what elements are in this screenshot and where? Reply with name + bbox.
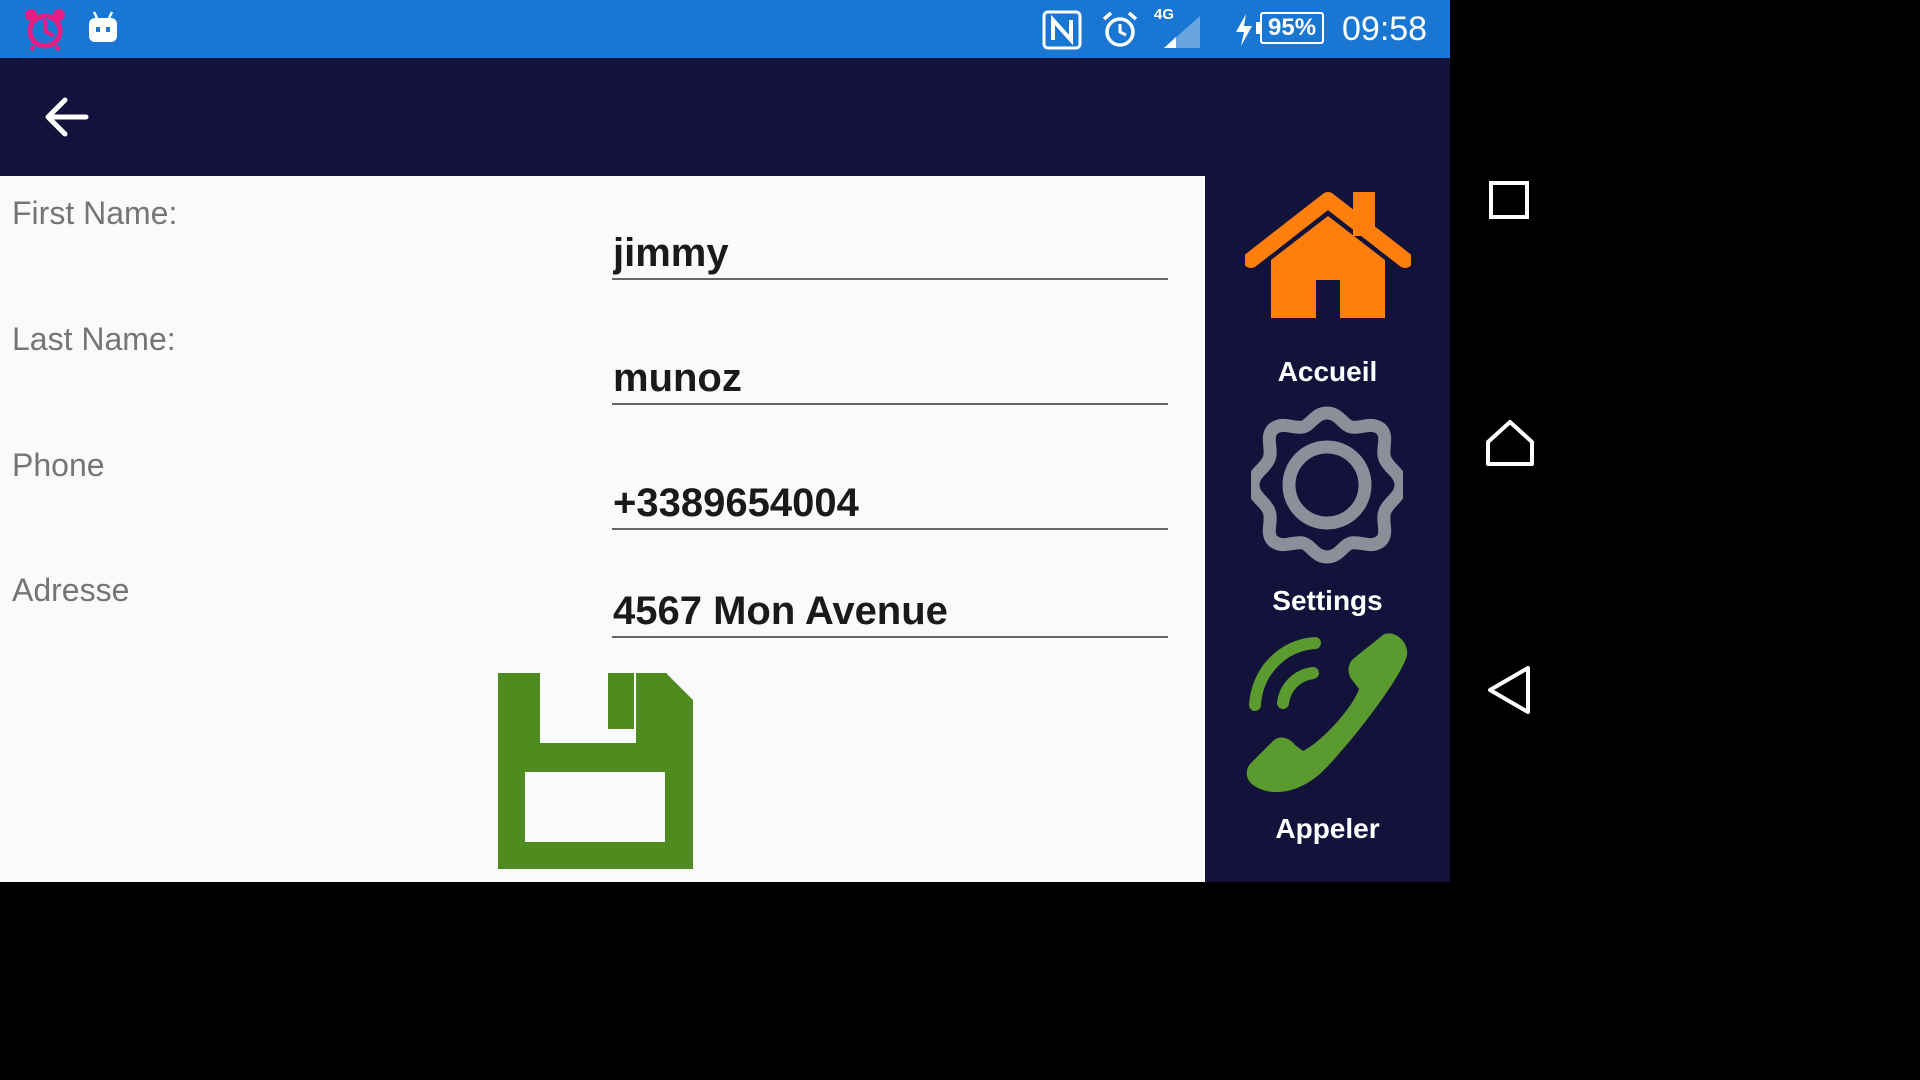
- nfc-icon: [1042, 10, 1082, 50]
- recents-button[interactable]: [1480, 170, 1540, 230]
- phone-input[interactable]: [612, 478, 1168, 530]
- first-name-label: First Name:: [12, 195, 178, 231]
- phone-call-icon: [1246, 633, 1408, 793]
- last-name-label: Last Name:: [12, 321, 176, 357]
- gear-icon: [1251, 406, 1403, 564]
- phone-label: Phone: [12, 447, 105, 483]
- clock-time: 09:58: [1342, 10, 1428, 48]
- battery-percent: 95%: [1268, 14, 1317, 41]
- save-button[interactable]: [496, 673, 694, 871]
- contact-form: First Name: Last Name: Phone Adresse: [0, 176, 1205, 882]
- address-label: Adresse: [12, 572, 130, 608]
- alarm-clock-icon: [25, 9, 65, 52]
- android-debug-icon: [89, 11, 117, 42]
- nav-item-accueil[interactable]: Accueil: [1205, 176, 1450, 401]
- home-button[interactable]: [1480, 414, 1540, 474]
- status-bar: 4G 95% 09:58: [0, 0, 1450, 58]
- charging-icon: [1236, 14, 1252, 46]
- nav-label-appeler: Appeler: [1275, 813, 1380, 844]
- app-bar: [0, 58, 1450, 176]
- address-input[interactable]: [612, 586, 1168, 638]
- home-icon: [1245, 192, 1411, 318]
- recents-square-icon: [1489, 181, 1529, 219]
- first-name-input[interactable]: [612, 228, 1168, 280]
- nav-label-settings: Settings: [1272, 585, 1383, 616]
- battery-cap: [1256, 22, 1261, 34]
- network-type: 4G: [1154, 6, 1175, 23]
- arrow-back-icon: [45, 97, 89, 137]
- system-nav-bar: [1450, 0, 1568, 882]
- back-nav-button[interactable]: [1480, 660, 1540, 720]
- back-triangle-icon: [1488, 666, 1530, 714]
- nav-item-appeler[interactable]: Appeler: [1205, 631, 1450, 882]
- home-outline-icon: [1486, 420, 1534, 466]
- floppy-disk-icon: [498, 673, 693, 869]
- last-name-input[interactable]: [612, 353, 1168, 405]
- nav-item-settings[interactable]: Settings: [1205, 401, 1450, 631]
- side-nav: Accueil Settings Appeler: [1205, 176, 1450, 882]
- alarm-icon: [1102, 11, 1138, 47]
- back-button[interactable]: [30, 88, 104, 146]
- nav-label-accueil: Accueil: [1277, 356, 1378, 387]
